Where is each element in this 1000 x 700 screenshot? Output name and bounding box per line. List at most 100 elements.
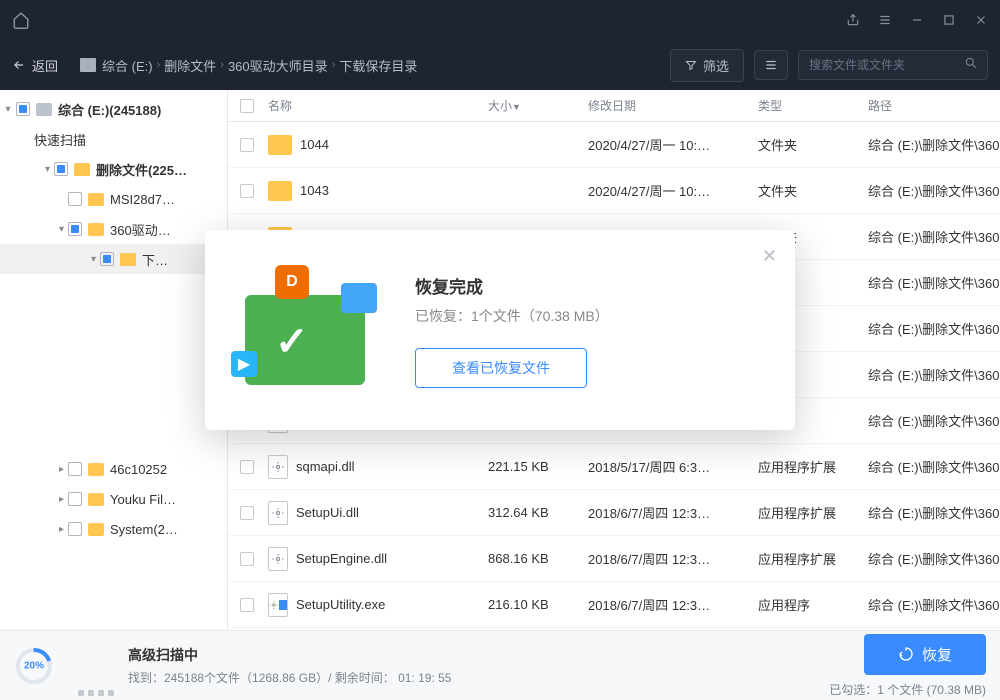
checkbox[interactable] <box>68 462 82 476</box>
col-type[interactable]: 类型 <box>758 97 868 114</box>
file-type: 文件夹 <box>758 181 868 200</box>
file-path: 综合 (E:)\删除文件\360… <box>868 135 1000 154</box>
file-row[interactable]: SetupUi.dll312.64 KB2018/6/7/周四 12:3…应用程… <box>228 490 1000 536</box>
pause-icon[interactable] <box>78 690 114 696</box>
tree-item[interactable]: ▸Youku Fil… <box>0 484 227 514</box>
tree-item[interactable]: ▾360驱动… <box>0 214 227 244</box>
crumb-disk[interactable]: 综合 (E:) <box>80 56 153 75</box>
file-icon <box>268 547 288 571</box>
chevron-down-icon[interactable]: ▾ <box>0 104 16 115</box>
back-button[interactable]: 返回 <box>12 56 58 75</box>
chevron-icon[interactable]: ▾ <box>0 254 96 265</box>
file-type: 应用程序扩展 <box>758 503 868 522</box>
file-size: 312.64 KB <box>488 505 588 520</box>
checkbox[interactable] <box>16 102 30 116</box>
checkbox[interactable] <box>68 492 82 506</box>
col-name[interactable]: 名称 <box>268 97 488 114</box>
close-icon[interactable] <box>974 13 988 27</box>
col-path[interactable]: 路径 <box>868 97 1000 114</box>
folder-icon <box>88 193 104 206</box>
menu-icon[interactable] <box>878 13 892 27</box>
crumb-3[interactable]: 下载保存目录 <box>339 56 417 75</box>
file-path: 综合 (E:)\删除文件\360… <box>868 227 1000 246</box>
row-checkbox[interactable] <box>240 184 254 198</box>
checkbox[interactable] <box>54 162 68 176</box>
checkbox[interactable] <box>68 522 82 536</box>
file-icon <box>268 593 288 617</box>
tree-item[interactable]: ▸System(2… <box>0 514 227 544</box>
checkbox[interactable] <box>100 252 114 266</box>
file-name: SetupUtility.exe <box>296 597 385 612</box>
file-name: 1043 <box>300 183 329 198</box>
folder-icon <box>88 463 104 476</box>
tree-item[interactable]: ▾下… <box>0 244 227 274</box>
recover-button[interactable]: 恢复 <box>864 634 986 675</box>
col-size[interactable]: 大小▼ <box>488 97 588 114</box>
row-checkbox[interactable] <box>240 552 254 566</box>
file-row[interactable]: 10432020/4/27/周一 10:…文件夹综合 (E:)\删除文件\360… <box>228 168 1000 214</box>
chevron-right-icon: › <box>332 59 336 71</box>
chevron-icon[interactable]: ▸ <box>0 464 64 475</box>
file-row[interactable]: SetupEngine.dll868.16 KB2018/6/7/周四 12:3… <box>228 536 1000 582</box>
crumb-2[interactable]: 360驱动大师目录 <box>228 56 328 75</box>
chevron-right-icon: › <box>220 59 224 71</box>
view-recovered-button[interactable]: 查看已恢复文件 <box>415 348 587 388</box>
chevron-icon[interactable]: ▾ <box>0 224 64 235</box>
file-row[interactable]: SetupUtility.exe216.10 KB2018/6/7/周四 12:… <box>228 582 1000 628</box>
disk-icon <box>36 103 52 116</box>
tree-item[interactable]: ▸46c10252 <box>0 454 227 484</box>
search-box[interactable] <box>798 50 988 80</box>
col-date[interactable]: 修改日期 <box>588 97 758 114</box>
file-type: 文件夹 <box>758 135 868 154</box>
checkbox[interactable] <box>68 192 82 206</box>
folder-icon <box>88 493 104 506</box>
sort-desc-icon: ▼ <box>512 102 521 112</box>
file-path: 综合 (E:)\删除文件\360… <box>868 549 1000 568</box>
file-path: 综合 (E:)\删除文件\360… <box>868 319 1000 338</box>
chevron-down-icon[interactable]: ▾ <box>0 164 50 175</box>
chevron-icon[interactable]: ▸ <box>0 494 64 505</box>
disk-icon <box>80 58 96 72</box>
search-input[interactable] <box>809 58 964 72</box>
minimize-icon[interactable] <box>910 13 924 27</box>
folder-icon <box>268 135 292 155</box>
search-icon[interactable] <box>964 56 978 75</box>
row-checkbox[interactable] <box>240 138 254 152</box>
filter-button[interactable]: 筛选 <box>670 49 744 82</box>
progress-percent: 20% <box>24 660 44 671</box>
sidebar-tree[interactable]: ▾ 综合 (E:)(245188) 快速扫描 ▾ 删除文件(225… MSI28… <box>0 90 228 630</box>
scan-detail: 找到：245188个文件（1268.86 GB）/ 剩余时间： 01: 19: … <box>128 669 451 686</box>
folder-icon <box>120 253 136 266</box>
file-row[interactable]: 10442020/4/27/周一 10:…文件夹综合 (E:)\删除文件\360… <box>228 122 1000 168</box>
file-type: 应用程序 <box>758 595 868 614</box>
tree-deleted[interactable]: ▾ 删除文件(225… <box>0 154 227 184</box>
tree-item[interactable]: MSI28d7… <box>0 184 227 214</box>
modal-subtitle: 已恢复：1个文件（70.38 MB） <box>415 306 765 326</box>
tree-root[interactable]: ▾ 综合 (E:)(245188) <box>0 94 227 124</box>
file-path: 综合 (E:)\删除文件\360… <box>868 365 1000 384</box>
file-path: 综合 (E:)\删除文件\360… <box>868 595 1000 614</box>
file-size: 868.16 KB <box>488 551 588 566</box>
folder-icon <box>74 163 90 176</box>
file-date: 2020/4/27/周一 10:… <box>588 181 758 200</box>
row-checkbox[interactable] <box>240 598 254 612</box>
crumb-1[interactable]: 删除文件 <box>164 56 216 75</box>
select-all-checkbox[interactable] <box>240 99 254 113</box>
row-checkbox[interactable] <box>240 506 254 520</box>
modal-title: 恢复完成 <box>415 273 765 298</box>
file-row[interactable]: sqmapi.dll221.15 KB2018/5/17/周四 6:3…应用程序… <box>228 444 1000 490</box>
tree-quickscan[interactable]: 快速扫描 <box>0 124 227 154</box>
file-icon <box>268 501 288 525</box>
list-view-button[interactable] <box>754 50 788 80</box>
chevron-right-icon: › <box>157 59 161 71</box>
chevron-icon[interactable]: ▸ <box>0 524 64 535</box>
row-checkbox[interactable] <box>240 460 254 474</box>
checkbox[interactable] <box>68 222 82 236</box>
file-size: 221.15 KB <box>488 459 588 474</box>
file-type: 应用程序扩展 <box>758 457 868 476</box>
maximize-icon[interactable] <box>942 13 956 27</box>
close-icon[interactable]: ✕ <box>762 246 777 267</box>
home-icon[interactable] <box>12 11 30 29</box>
file-date: 2020/4/27/周一 10:… <box>588 135 758 154</box>
share-icon[interactable] <box>846 13 860 27</box>
